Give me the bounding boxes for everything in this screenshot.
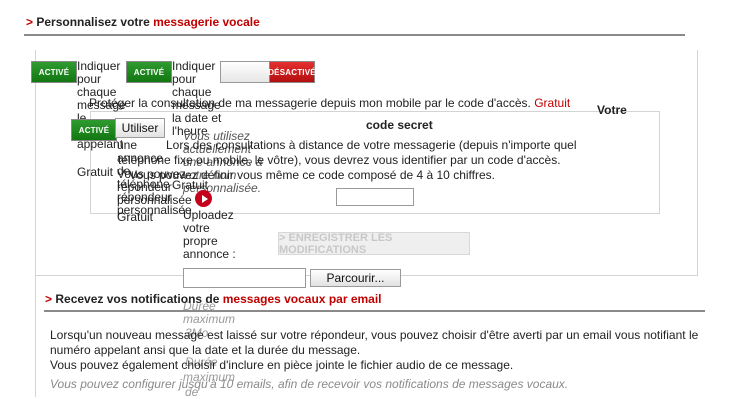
secret-intro-free: Gratuit xyxy=(534,96,571,110)
secret-side-title: Votre xyxy=(597,103,627,117)
section2-title-red: messages vocaux par email xyxy=(222,292,382,306)
section2-left-border xyxy=(35,276,36,397)
secret-desc-1: Lors des consultations à distance de vot… xyxy=(166,138,577,152)
section-title-plain: Personnalisez votre xyxy=(36,15,154,29)
secret-desc-2: téléphone fixe ou mobile, le vôtre), vou… xyxy=(118,153,561,167)
save-changes-button[interactable]: > ENREGISTRER LES MODIFICATIONS xyxy=(278,232,470,256)
section2-divider xyxy=(44,310,705,312)
secret-code-input[interactable] xyxy=(336,188,414,206)
email-desc-2: numéro appelant ansi que la date et la d… xyxy=(50,343,361,357)
secret-intro-text: Protéger la consultation de ma messageri… xyxy=(89,96,535,110)
upload-file-path-input[interactable] xyxy=(183,268,306,288)
section-divider xyxy=(24,34,685,36)
secret-intro: Protéger la consultation de ma messageri… xyxy=(89,96,570,110)
greeting-repondeur: répondeur xyxy=(117,180,172,194)
panel-left-border xyxy=(35,50,36,276)
section2-arrow: > xyxy=(45,292,53,306)
browse-button[interactable]: Parcourir... xyxy=(310,269,401,287)
section-title-email: > Recevez vos notifications de messages … xyxy=(45,292,382,306)
toggle-number-active[interactable]: ACTIVÉ xyxy=(31,61,77,83)
greeting-free: Gratuit xyxy=(117,210,154,224)
email-desc-1: Lorsqu'un nouveau message est laissé sur… xyxy=(50,328,699,342)
secret-code-title: code secret xyxy=(366,118,433,132)
use-greeting-button[interactable]: Utiliser xyxy=(115,118,165,138)
toggle-greeting-active[interactable]: ACTIVÉ xyxy=(71,119,117,141)
toggle-secret-inactive[interactable]: DÉSACTIVÉ xyxy=(268,61,316,83)
section-arrow: > xyxy=(26,15,34,29)
email-desc-3: Vous pouvez également choisir d'inclure … xyxy=(50,358,514,372)
upload-announcement-label: Uploadez votre propre annonce : xyxy=(183,208,236,261)
secret-desc-3: Vous pouvez définir vous même ce code co… xyxy=(129,168,495,182)
toggle-secret-off-track[interactable] xyxy=(220,61,270,83)
greeting-perso: personnalisée xyxy=(117,193,192,207)
panel-right-border xyxy=(697,50,698,276)
toggle-date-active[interactable]: ACTIVÉ xyxy=(126,61,172,83)
secret-box-right xyxy=(659,111,660,214)
play-announcement-icon[interactable] xyxy=(195,190,212,207)
section-title-red: messagerie vocale xyxy=(153,15,260,29)
greeting-free-left: Gratuit xyxy=(77,165,114,179)
section2-title-plain: Recevez vos notifications de xyxy=(55,292,223,306)
email-limit-note: Vous pouvez configurer jusqu'à 10 emails… xyxy=(50,377,569,391)
section-title-voicemail: > Personnalisez votre messagerie vocale xyxy=(26,15,260,29)
